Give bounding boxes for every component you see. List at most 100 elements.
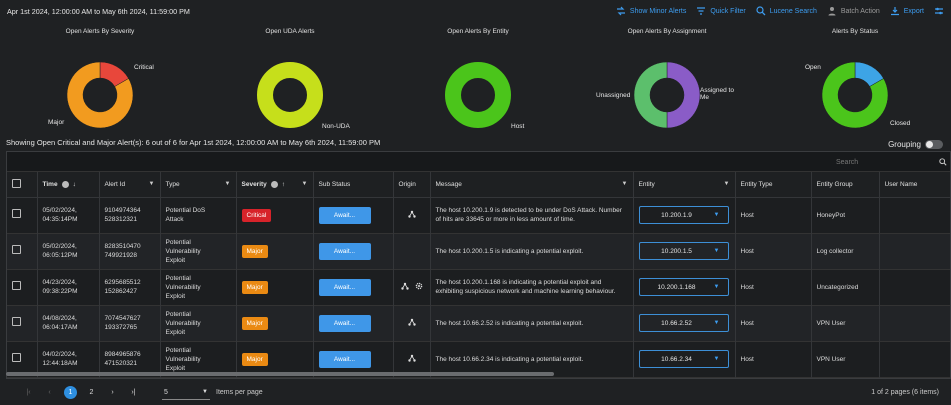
row-checkbox[interactable] — [12, 281, 21, 290]
slice-label-major: Major — [48, 119, 65, 126]
filter-caret-icon[interactable]: ▼ — [724, 181, 730, 187]
chevron-down-icon: ▼ — [713, 319, 720, 326]
export-button[interactable]: Export — [890, 6, 924, 16]
sub-status-button[interactable]: Await... — [318, 242, 371, 260]
col-entity-type[interactable]: Entity Type — [735, 172, 812, 197]
sub-status-button[interactable]: Await... — [318, 206, 371, 224]
grouping-label: Grouping — [888, 140, 921, 149]
severity-donut[interactable] — [10, 24, 190, 134]
filter-caret-icon[interactable]: ▼ — [149, 181, 155, 187]
batch-action-button[interactable]: Batch Action — [827, 6, 880, 16]
next-page-button[interactable]: › — [106, 386, 119, 399]
row-checkbox[interactable] — [12, 353, 21, 362]
date-range[interactable]: Apr 1st 2024, 12:00:00 AM to May 6th 202… — [7, 7, 190, 16]
topology-icon — [407, 210, 416, 221]
filter-icon — [697, 7, 706, 15]
quick-filter-button[interactable]: Quick Filter — [696, 6, 746, 16]
entity-dropdown[interactable]: 10.66.2.34 ▼ — [638, 350, 729, 368]
show-minor-alerts-button[interactable]: Show Minor Alerts — [616, 6, 686, 16]
lucene-search-button[interactable]: Lucene Search — [756, 6, 817, 16]
cell-time: 04/23/2024, 09:38:22PM — [37, 269, 100, 305]
chevron-down-icon: ▼ — [713, 355, 720, 362]
horizontal-scrollbar[interactable] — [6, 372, 554, 376]
table-row[interactable]: 04/23/2024, 09:38:22PM 6295685512 152862… — [7, 269, 950, 305]
cell-sub-status: Await... — [313, 197, 394, 233]
row-checkbox[interactable] — [12, 245, 21, 254]
info-icon — [61, 180, 69, 188]
col-type[interactable]: Type ▼ — [160, 172, 237, 197]
filter-caret-icon[interactable]: ▼ — [225, 181, 231, 187]
severity-badge: Major — [241, 352, 268, 366]
filter-caret-icon[interactable]: ▼ — [302, 181, 308, 187]
grouping-control: Grouping — [888, 140, 943, 149]
entity-donut[interactable] — [388, 24, 568, 134]
donut-slice-assigned-to-me[interactable] — [633, 61, 668, 129]
cell-entity-group: VPN User — [811, 305, 880, 341]
page-2-button[interactable]: 2 — [85, 386, 98, 399]
table-search-input[interactable]: Search — [832, 155, 950, 169]
cell-entity-type: Host — [735, 233, 812, 269]
slice-label-critical: Critical — [134, 64, 154, 71]
table-row[interactable]: 05/02/2024, 06:05:12PM 8283510470 749921… — [7, 233, 950, 269]
page-1-button[interactable]: 1 — [64, 386, 77, 399]
col-sub-status[interactable]: Sub Status — [313, 172, 394, 197]
col-message[interactable]: Message ▼ — [430, 172, 634, 197]
donut-slice-host[interactable] — [445, 62, 511, 128]
sort-desc-icon[interactable]: ↓ — [73, 181, 76, 188]
col-entity[interactable]: Entity ▼ — [633, 172, 736, 197]
filter-caret-icon[interactable]: ▼ — [622, 181, 628, 187]
cell-entity-group: HoneyPot — [811, 197, 880, 233]
table-row[interactable]: 05/02/2024, 04:35:14PM 9104974364 528312… — [7, 197, 950, 233]
last-page-button[interactable]: ›| — [127, 386, 140, 399]
sort-asc-icon[interactable]: ↑ — [282, 181, 285, 188]
col-type-label: Type — [165, 180, 180, 188]
settings-button[interactable] — [934, 6, 944, 16]
donut-slice-unassigned[interactable] — [666, 61, 701, 129]
chevron-down-icon: ▼ — [202, 389, 208, 395]
donut-slice-non-uda[interactable] — [257, 62, 323, 128]
entity-dropdown[interactable]: 10.66.2.52 ▼ — [638, 314, 729, 332]
assignment-donut[interactable] — [577, 24, 757, 134]
cell-origin — [393, 269, 431, 305]
topology-icon — [400, 282, 409, 293]
row-checkbox[interactable] — [12, 317, 21, 326]
chart-entity: Open Alerts By Entity Host — [388, 24, 568, 134]
select-all-checkbox[interactable] — [12, 178, 21, 188]
sub-status-button[interactable]: Await... — [318, 278, 371, 296]
items-per-page-select[interactable]: 5 ▼ — [162, 386, 210, 400]
first-page-button[interactable]: |‹ — [22, 386, 35, 399]
prev-page-button[interactable]: ‹ — [43, 386, 56, 399]
col-entity-group[interactable]: Entity Group — [811, 172, 880, 197]
chart-assignment: Open Alerts By Assignment Unassigned Ass… — [577, 24, 757, 134]
alerts-table: Search Time ↓ Alert Id ▼ Type ▼ Severity ↑ ▼ … — [6, 151, 951, 379]
cell-entity-type: Host — [735, 269, 812, 305]
entity-dropdown[interactable]: 10.200.1.9 ▼ — [638, 206, 729, 224]
cell-alert-id: 9104974364 528312321 — [99, 197, 161, 233]
col-alert-id[interactable]: Alert Id ▼ — [99, 172, 161, 197]
uda-donut[interactable] — [200, 24, 380, 134]
col-origin[interactable]: Origin — [393, 172, 431, 197]
cell-entity: 10.200.1.9 ▼ — [633, 197, 736, 233]
table-body: 05/02/2024, 04:35:14PM 9104974364 528312… — [7, 197, 950, 377]
table-row[interactable]: 04/08/2024, 06:04:17AM 7074547627 193372… — [7, 305, 950, 341]
severity-badge: Major — [241, 244, 268, 258]
cell-type: Potential Vulnerability Exploit — [160, 233, 237, 269]
col-user-name[interactable]: User Name — [879, 172, 950, 197]
alerts-grid: Time ↓ Alert Id ▼ Type ▼ Severity ↑ ▼ Sub Sta… — [7, 172, 950, 378]
entity-dropdown[interactable]: 10.200.1.5 ▼ — [638, 242, 729, 260]
row-checkbox[interactable] — [12, 209, 21, 218]
slice-label-non-uda: Non-UDA — [322, 123, 350, 130]
sub-status-button[interactable]: Await... — [318, 350, 371, 368]
col-entity-label: Entity — [638, 180, 655, 188]
entity-dropdown[interactable]: 10.200.1.168 ▼ — [638, 278, 729, 296]
grouping-toggle[interactable] — [925, 140, 943, 149]
cell-origin — [393, 197, 431, 233]
col-severity[interactable]: Severity ↑ ▼ — [236, 172, 314, 197]
sub-status-button[interactable]: Await... — [318, 314, 371, 332]
settings-icon — [935, 7, 943, 15]
status-donut[interactable] — [765, 24, 945, 134]
col-time[interactable]: Time ↓ — [37, 172, 100, 197]
slice-label-open: Open — [805, 64, 821, 71]
cell-message: The host 10.200.1.9 is detected to be un… — [430, 197, 634, 233]
search-placeholder: Search — [836, 158, 859, 166]
